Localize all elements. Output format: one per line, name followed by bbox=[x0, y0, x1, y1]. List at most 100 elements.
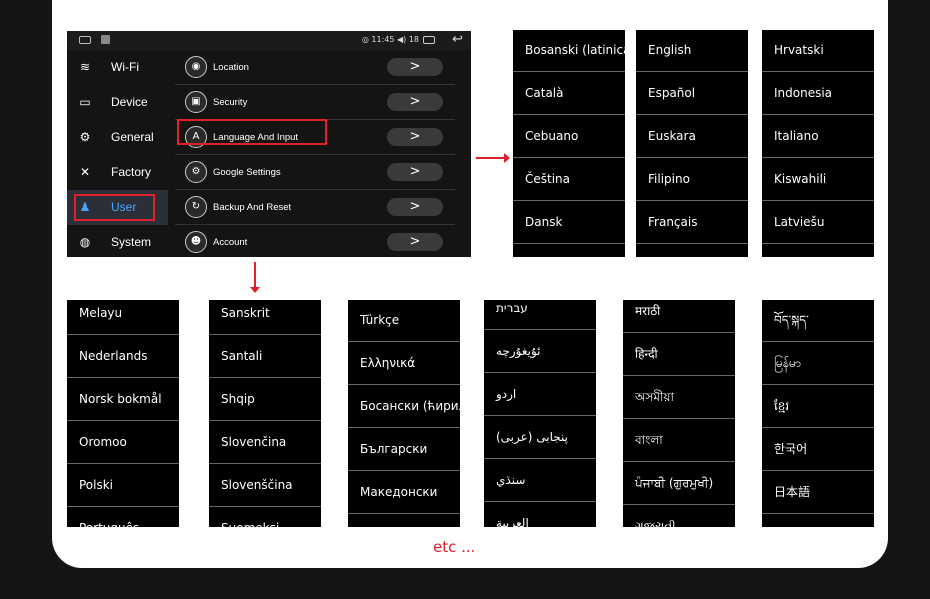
language-item[interactable]: Español bbox=[636, 73, 748, 115]
language-item[interactable]: Босански (ћирилица) bbox=[348, 386, 460, 428]
signal-icon: ◎ bbox=[361, 35, 372, 44]
language-item[interactable]: English bbox=[636, 30, 748, 72]
chevron-right-icon[interactable]: > bbox=[387, 58, 443, 76]
language-item[interactable]: Euskara bbox=[636, 116, 748, 158]
home-icon[interactable] bbox=[79, 36, 91, 44]
language-panel-1: Bosanski (latinica) Català Cebuano Češti… bbox=[513, 30, 625, 257]
display-icon: ▭ bbox=[79, 95, 91, 109]
language-item[interactable]: Türkçe bbox=[348, 300, 460, 342]
arrow-down bbox=[250, 262, 260, 293]
image-icon bbox=[101, 35, 110, 44]
settings-row-label: Backup And Reset bbox=[213, 202, 292, 213]
sidebar-item-device[interactable]: ▭ Device bbox=[67, 85, 168, 120]
location-icon: ◉ bbox=[185, 56, 207, 78]
arrow-right bbox=[476, 153, 510, 163]
language-item[interactable]: Bosanski (latinica) bbox=[513, 30, 625, 72]
language-panel-9: བོད་སྐད་ မြန်မာ ខ្មែរ 한국어 日本語 bbox=[762, 300, 874, 527]
language-panel-7: עברית ئۇيغۇرچە اردو پنجابی (عربی) سنڌي ا… bbox=[484, 300, 596, 527]
sidebar-item-factory[interactable]: ✕ Factory bbox=[67, 155, 168, 190]
sidebar-item-label: Factory bbox=[111, 165, 152, 179]
language-item[interactable]: Čeština bbox=[513, 159, 625, 201]
language-panel-3: Hrvatski Indonesia Italiano Kiswahili La… bbox=[762, 30, 874, 257]
language-item[interactable]: Nederlands bbox=[67, 336, 179, 378]
language-item[interactable]: অসমীয়া bbox=[623, 377, 735, 419]
language-item[interactable]: 日本語 bbox=[762, 472, 874, 514]
lock-icon: ▣ bbox=[185, 91, 207, 113]
language-item[interactable]: پنجابی (عربی) bbox=[484, 417, 596, 459]
language-panel-6: Türkçe Ελληνικά Босански (ћирилица) Бълг… bbox=[348, 300, 460, 527]
tools-icon: ✕ bbox=[79, 165, 91, 179]
language-panel-4: Melayu Nederlands Norsk bokmål Oromoo Po… bbox=[67, 300, 179, 527]
language-panel-8: मराठी हिन्दी অসমীয়া বাংলা ਪੰਜਾਬੀ (ਗੁਰਮੁ… bbox=[623, 300, 735, 527]
sidebar-item-system[interactable]: ◍ System bbox=[67, 225, 168, 257]
language-item[interactable]: Dansk bbox=[513, 202, 625, 244]
chevron-right-icon[interactable]: > bbox=[387, 163, 443, 181]
language-item[interactable]: Cebuano bbox=[513, 116, 625, 158]
status-info: ◎ 11:45 ◀) 18 bbox=[362, 35, 419, 44]
language-item[interactable]: اردو bbox=[484, 374, 596, 416]
account-icon: ☻ bbox=[185, 231, 207, 253]
settings-row-backup[interactable]: ↻ Backup And Reset > bbox=[175, 190, 455, 225]
language-item[interactable]: עברית bbox=[484, 300, 596, 330]
google-icon: ⚙ bbox=[185, 161, 207, 183]
settings-row-security[interactable]: ▣ Security > bbox=[175, 85, 455, 120]
language-item[interactable]: Latviešu bbox=[762, 202, 874, 244]
language-item[interactable]: Indonesia bbox=[762, 73, 874, 115]
language-item[interactable]: ગુજરાતી bbox=[623, 506, 735, 527]
language-item[interactable]: Ελληνικά bbox=[348, 343, 460, 385]
sidebar-item-general[interactable]: ⚙ General bbox=[67, 120, 168, 155]
settings-row-location[interactable]: ◉ Location > bbox=[175, 50, 455, 85]
language-item[interactable]: Melayu bbox=[67, 300, 179, 335]
language-item[interactable]: ئۇيغۇرچە bbox=[484, 331, 596, 373]
sidebar: ≋ Wi-Fi ▭ Device ⚙ General ✕ Factory ♟ U… bbox=[67, 50, 168, 257]
language-item[interactable]: Filipino bbox=[636, 159, 748, 201]
language-item[interactable]: Hrvatski bbox=[762, 30, 874, 72]
settings-row-account[interactable]: ☻ Account > bbox=[175, 225, 455, 257]
volume-icon: ◀) bbox=[394, 35, 409, 44]
language-item[interactable]: Français bbox=[636, 202, 748, 244]
language-panel-5: Sanskrit Santali Shqip Slovenčina Sloven… bbox=[209, 300, 321, 527]
language-item[interactable]: Norsk bokmål bbox=[67, 379, 179, 421]
language-item[interactable]: မြန်မာ bbox=[762, 343, 874, 385]
gear-icon: ⚙ bbox=[79, 130, 91, 144]
language-item[interactable]: मराठी bbox=[623, 300, 735, 333]
chevron-right-icon[interactable]: > bbox=[387, 198, 443, 216]
chevron-right-icon[interactable]: > bbox=[387, 233, 443, 251]
battery-icon bbox=[423, 36, 435, 44]
language-item[interactable]: हिन्दी bbox=[623, 334, 735, 376]
language-item[interactable]: سنڌي bbox=[484, 460, 596, 502]
settings-row-google[interactable]: ⚙ Google Settings > bbox=[175, 155, 455, 190]
language-item[interactable]: Italiano bbox=[762, 116, 874, 158]
language-item[interactable]: Polski bbox=[67, 465, 179, 507]
language-item[interactable]: العربية bbox=[484, 503, 596, 527]
chevron-right-icon[interactable]: > bbox=[387, 128, 443, 146]
sidebar-item-wifi[interactable]: ≋ Wi-Fi bbox=[67, 50, 168, 85]
language-item[interactable]: বাংলা bbox=[623, 420, 735, 462]
sidebar-item-label: Device bbox=[111, 95, 148, 109]
language-item[interactable]: Català bbox=[513, 73, 625, 115]
settings-list: ◉ Location > ▣ Security > A Language And… bbox=[175, 50, 465, 257]
chevron-right-icon[interactable]: > bbox=[387, 93, 443, 111]
settings-row-label: Security bbox=[213, 97, 248, 108]
etc-caption: etc ... bbox=[433, 538, 476, 556]
language-item[interactable]: Slovenščina bbox=[209, 465, 321, 507]
language-item[interactable]: Santali bbox=[209, 336, 321, 378]
language-item[interactable]: Sanskrit bbox=[209, 300, 321, 335]
language-item[interactable]: Български bbox=[348, 429, 460, 471]
backup-icon: ↻ bbox=[185, 196, 207, 218]
language-item[interactable]: བོད་སྐད་ bbox=[762, 300, 874, 342]
language-item[interactable]: Português bbox=[67, 508, 179, 527]
language-item[interactable]: Oromoo bbox=[67, 422, 179, 464]
language-item[interactable]: 한국어 bbox=[762, 429, 874, 471]
status-bar: ◎ 11:45 ◀) 18 ↩ bbox=[67, 31, 471, 50]
language-item[interactable]: Suomeksi bbox=[209, 508, 321, 527]
language-item[interactable]: Slovenčina bbox=[209, 422, 321, 464]
language-item[interactable]: Kiswahili bbox=[762, 159, 874, 201]
settings-row-label: Account bbox=[213, 237, 248, 248]
back-icon[interactable]: ↩ bbox=[452, 32, 463, 47]
language-item[interactable]: ਪੰਜਾਬੀ (ਗੁਰਮੁਖੀ) bbox=[623, 463, 735, 505]
user-highlight-box bbox=[74, 194, 155, 221]
language-item[interactable]: Македонски bbox=[348, 472, 460, 514]
language-item[interactable]: ខ្មែរ bbox=[762, 386, 874, 428]
language-item[interactable]: Shqip bbox=[209, 379, 321, 421]
